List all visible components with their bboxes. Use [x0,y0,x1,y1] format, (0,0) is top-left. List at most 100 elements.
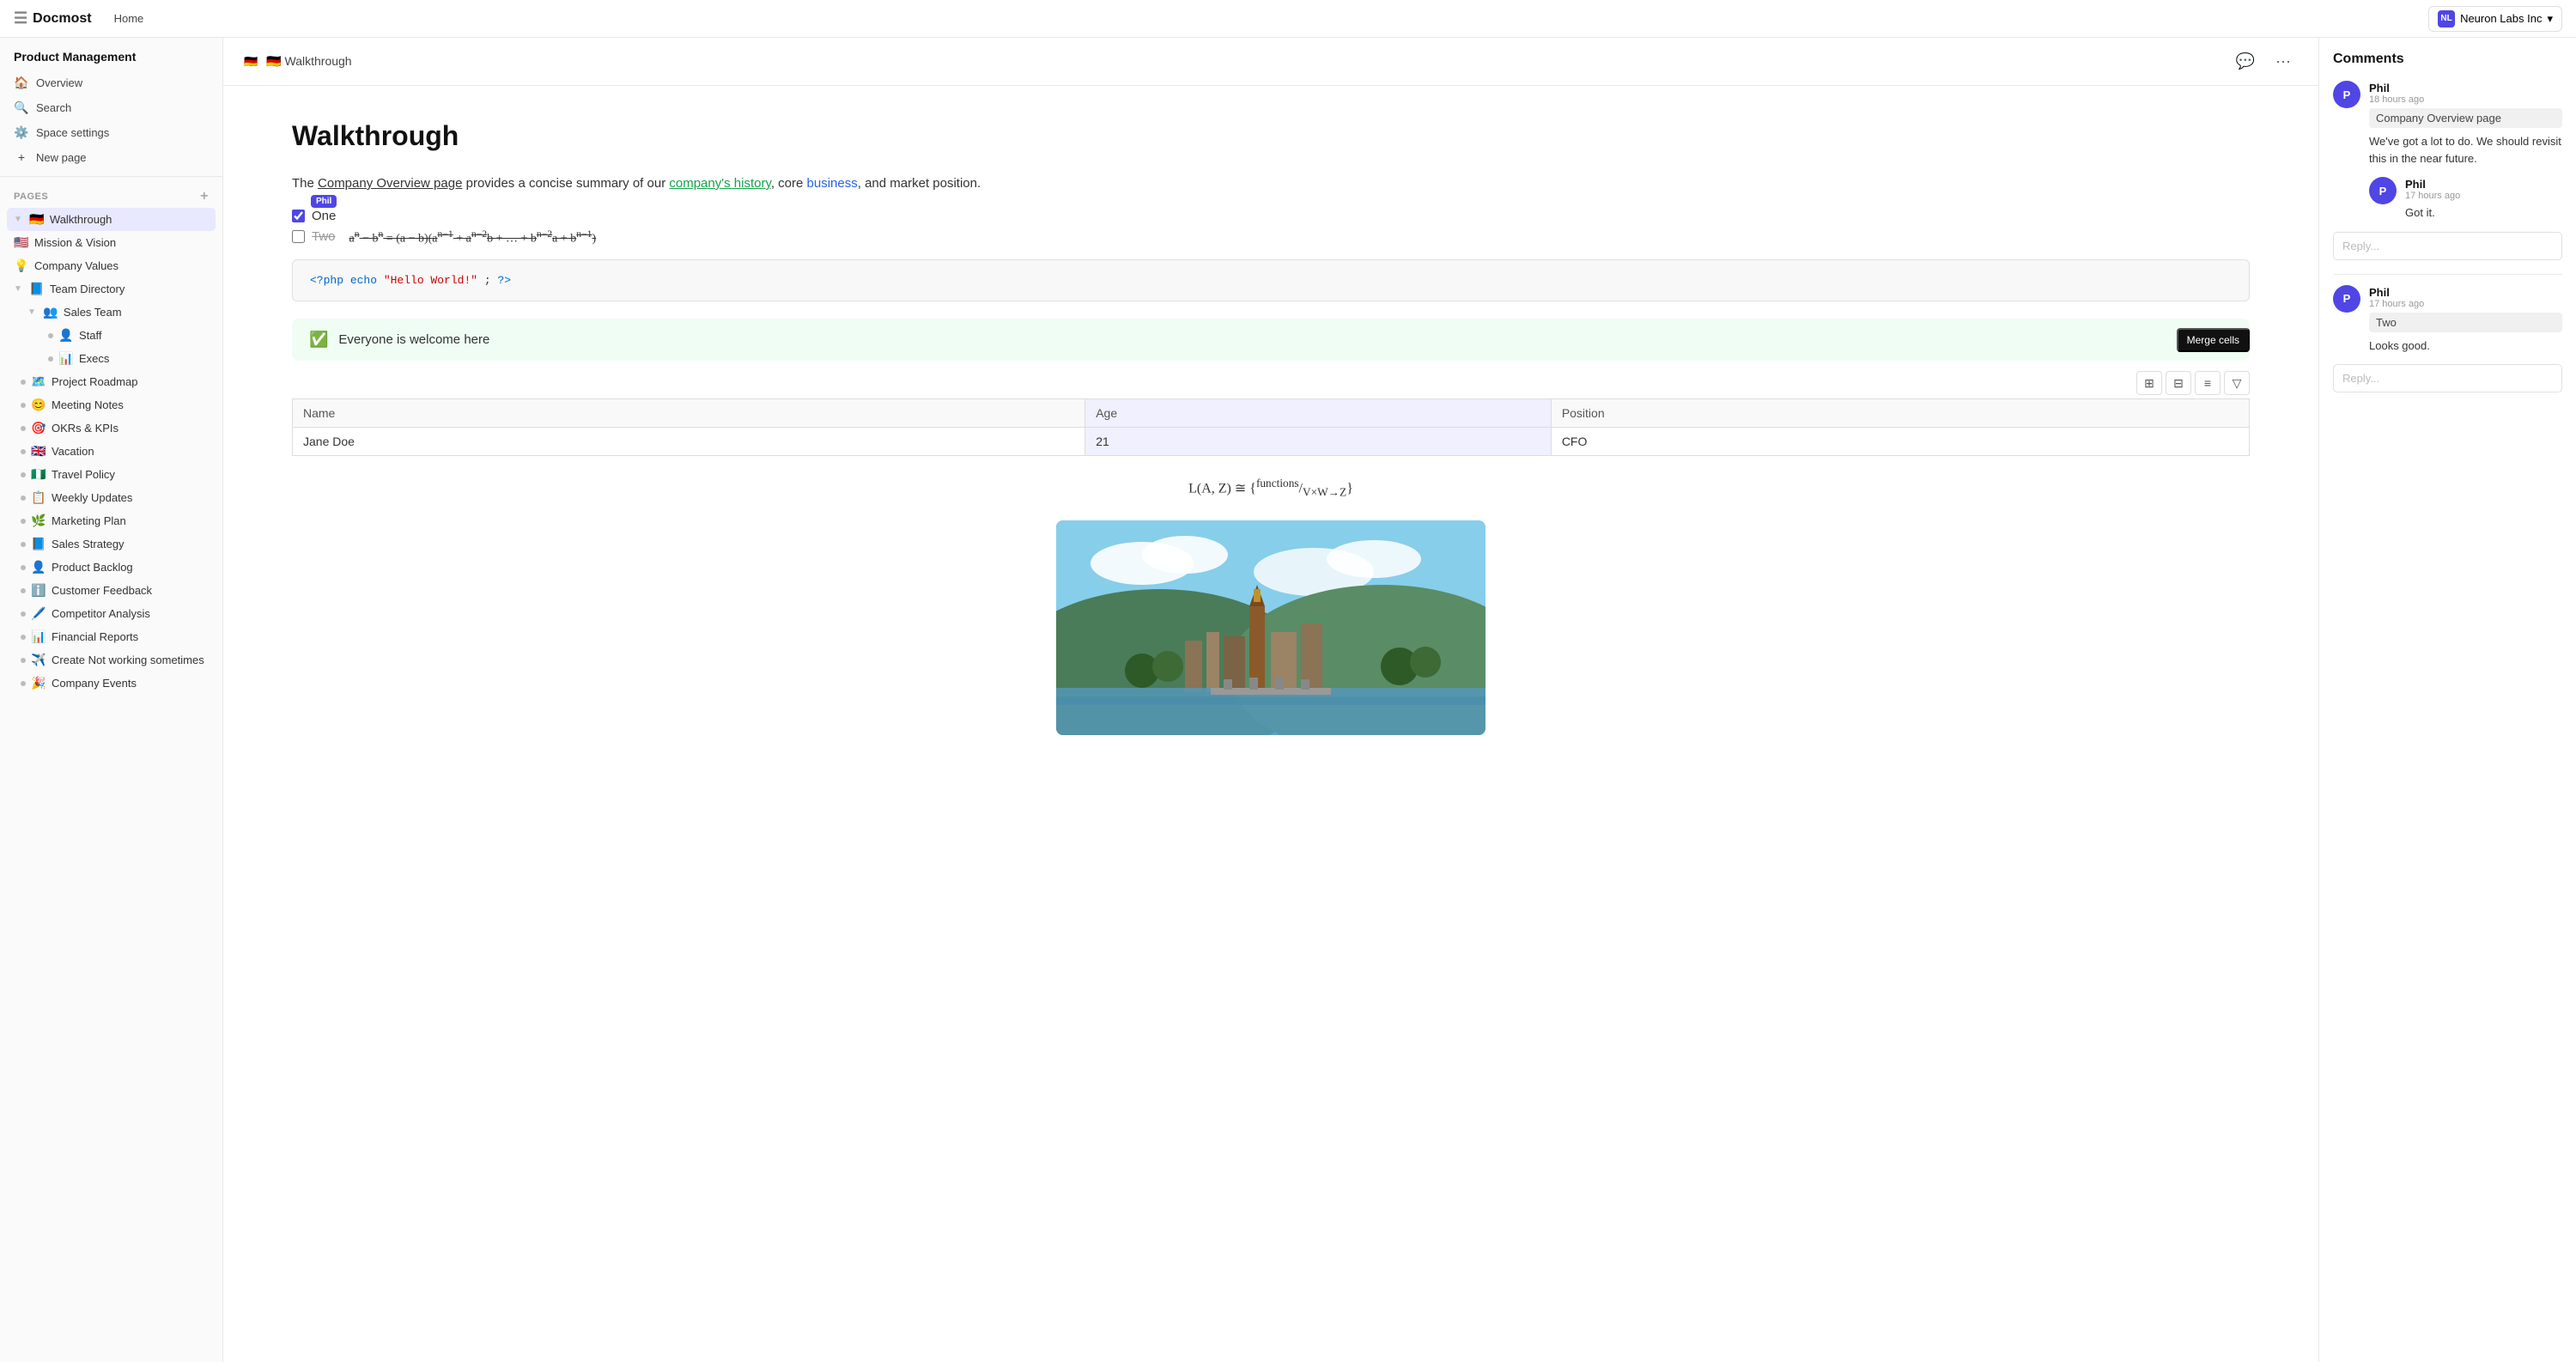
checkbox-one[interactable] [292,210,305,222]
sidebar-item-sales-strategy[interactable]: 📘 Sales Strategy [7,532,216,556]
sidebar-item-vacation[interactable]: 🇬🇧 Vacation [7,440,216,463]
home-icon: 🏠 [14,76,29,90]
sidebar-item-sales-team[interactable]: ▼ 👥 Sales Team [7,301,216,324]
landscape-svg [1056,520,1485,735]
callout-wrapper: ✅ Everyone is welcome here Merge cells [292,319,2250,361]
staff-icon: 👤 [58,328,74,343]
code-semicolon: ; [484,274,498,287]
comment-button[interactable]: 💬 [2229,48,2262,75]
sidebar-item-competitor-analysis[interactable]: 🖊️ Competitor Analysis [7,602,216,625]
bullet-icon [21,588,26,593]
sidebar-toggle-icon[interactable]: ☰ [14,9,27,27]
bullet-icon [21,519,26,524]
code-echo: echo [350,274,384,287]
sidebar-pages: ▼ 🇩🇪 Walkthrough 🇺🇸 Mission & Vision 💡 C… [0,208,222,695]
sidebar-item-weekly-updates[interactable]: 📋 Weekly Updates [7,486,216,509]
customer-feedback-label: Customer Feedback [52,584,152,597]
sidebar-item-meeting-notes[interactable]: 😊 Meeting Notes [7,393,216,417]
merge-cells-button[interactable]: Merge cells [2177,328,2250,352]
roadmap-label: Project Roadmap [52,375,137,388]
cell-name: Jane Doe [293,428,1085,456]
sidebar-item-customer-feedback[interactable]: ℹ️ Customer Feedback [7,579,216,602]
table-icon-filter[interactable]: ▽ [2224,371,2250,395]
reply-input-1[interactable]: Reply... [2333,232,2562,260]
more-options-button[interactable]: ··· [2269,48,2298,75]
code-block: <?php echo "Hello World!" ; ?> [292,259,2250,301]
pages-section-label: Pages + [0,184,222,208]
table-icon-columns[interactable]: ⊟ [2166,371,2191,395]
meeting-notes-icon: 😊 [31,398,46,412]
team-directory-icon: 📘 [29,282,45,296]
intro-text-2: provides a concise summary of our [462,176,669,191]
mission-icon: 🇺🇸 [14,235,29,250]
bullet-icon [48,333,53,338]
company-history-link[interactable]: company's history [669,176,770,191]
bullet-icon [48,356,53,362]
sidebar: Product Management 🏠 Overview 🔍 Search ⚙… [0,38,223,1362]
marketing-icon: 🌿 [31,514,46,528]
feedback-icon: ℹ️ [31,583,46,598]
sidebar-item-team-directory[interactable]: ▼ 📘 Team Directory [7,277,216,301]
comments-panel: Comments P Phil 18 hours ago Company Ove… [2318,38,2576,1362]
sidebar-settings[interactable]: ⚙️ Space settings [7,120,216,145]
main-layout: Product Management 🏠 Overview 🔍 Search ⚙… [0,38,2576,1362]
add-page-icon[interactable]: + [200,189,209,204]
sidebar-item-values[interactable]: 💡 Company Values [7,254,216,277]
sidebar-search[interactable]: 🔍 Search [7,95,216,120]
bullet-icon [21,472,26,477]
comment-time-1r: 17 hours ago [2405,191,2562,201]
sidebar-item-company-events[interactable]: 🎉 Company Events [7,672,216,695]
bullet-icon [21,426,26,431]
sidebar-item-project-roadmap[interactable]: 🗺️ Project Roadmap [7,370,216,393]
table-icon-rows[interactable]: ≡ [2195,371,2221,395]
checkbox-two[interactable] [292,230,305,243]
nav-home[interactable]: Home [106,9,153,28]
okrs-label: OKRs & KPIs [52,422,118,435]
plus-icon: + [14,150,29,164]
search-icon: 🔍 [14,100,29,115]
sidebar-overview[interactable]: 🏠 Overview [7,70,216,95]
comment-highlight-1: Company Overview page [2369,108,2562,128]
comment-highlight-2: Two [2369,313,2562,332]
data-table: Name Age Position Jane Doe 21 CFO [292,398,2250,456]
table-icon-grid[interactable]: ⊞ [2136,371,2162,395]
competitor-icon: 🖊️ [31,606,46,621]
sidebar-new-page[interactable]: + New page [7,145,216,169]
comment-time-2: 17 hours ago [2369,299,2562,309]
roadmap-icon: 🗺️ [31,374,46,389]
values-icon: 💡 [14,258,29,273]
checklist-label-two: Two [312,229,336,244]
comment-avatar-1: P [2333,81,2360,108]
callout-text: Everyone is welcome here [338,332,489,347]
mission-label: Mission & Vision [34,236,116,249]
sidebar-item-mission[interactable]: 🇺🇸 Mission & Vision [7,231,216,254]
col-header-age: Age [1085,399,1552,428]
comment-separator [2333,274,2562,275]
sidebar-item-create-not-working[interactable]: ✈️ Create Not working sometimes [7,648,216,672]
reply-input-2[interactable]: Reply... [2333,364,2562,392]
workspace-name: Neuron Labs Inc [2460,12,2542,25]
sidebar-item-walkthrough[interactable]: ▼ 🇩🇪 Walkthrough [7,208,216,231]
sidebar-item-execs[interactable]: 📊 Execs [7,347,216,370]
sidebar-actions: 🏠 Overview 🔍 Search ⚙️ Space settings + … [0,70,222,169]
company-overview-link[interactable]: Company Overview page [318,176,462,191]
settings-label: Space settings [36,126,109,139]
values-label: Company Values [34,259,118,272]
workspace-selector[interactable]: NL Neuron Labs Inc ▾ [2428,6,2562,32]
business-link[interactable]: business [807,176,858,191]
sidebar-item-travel-policy[interactable]: 🇳🇬 Travel Policy [7,463,216,486]
product-backlog-label: Product Backlog [52,561,133,574]
sidebar-item-marketing-plan[interactable]: 🌿 Marketing Plan [7,509,216,532]
comment-text-1r: Got it. [2405,204,2562,222]
breadcrumb-icon: 🇩🇪 [244,55,258,69]
comment-avatar-1r: P [2369,177,2397,204]
col-header-name: Name [293,399,1085,428]
sidebar-item-product-backlog[interactable]: 👤 Product Backlog [7,556,216,579]
sidebar-item-staff[interactable]: 👤 Staff [7,324,216,347]
sidebar-item-financial-reports[interactable]: 📊 Financial Reports [7,625,216,648]
company-events-label: Company Events [52,677,137,690]
comment-body-2: Phil 17 hours ago Two Looks good. [2369,285,2562,355]
backlog-icon: 👤 [31,560,46,575]
checklist-item-two: Two an − bn = (a − b)(an−1 + an−2b + … +… [292,228,2250,246]
sidebar-item-okrs[interactable]: 🎯 OKRs & KPIs [7,417,216,440]
